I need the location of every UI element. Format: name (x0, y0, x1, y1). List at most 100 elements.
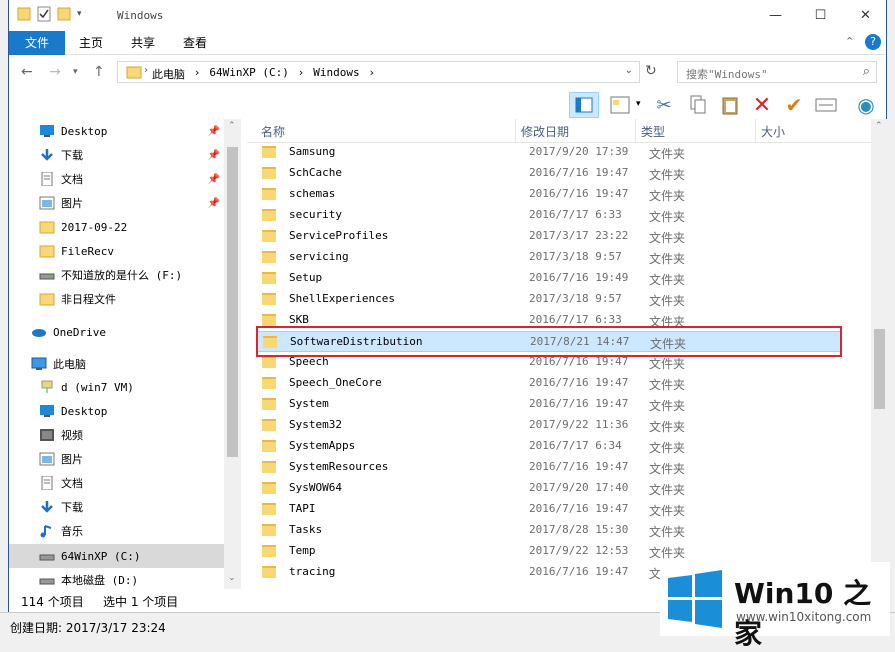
pin-icon[interactable]: 📌 (208, 174, 220, 185)
file-type: 文件夹 (649, 273, 686, 287)
nav-item[interactable]: 不知道放的是什么 (F:) (9, 263, 224, 287)
nav-item-label: OneDrive (53, 325, 106, 339)
table-row[interactable]: SchCache 2016/7/16 19:47 文件夹 (257, 163, 841, 184)
rename-icon[interactable] (813, 92, 839, 118)
nav-item[interactable]: 64WinXP (C:) (9, 544, 224, 568)
table-row[interactable]: SystemApps 2016/7/17 6:34 文件夹 (257, 436, 841, 457)
minimize-button[interactable]: — (753, 0, 798, 31)
nav-item[interactable]: 2017-09-22 (9, 215, 224, 239)
column-type[interactable]: 类型 (641, 123, 665, 140)
address-field[interactable]: › 此电脑 › 64WinXP (C:) › Windows › ⌄ (117, 61, 640, 83)
chevron-up-icon[interactable]: ⌃ (845, 35, 854, 48)
help-icon[interactable]: ? (865, 34, 881, 50)
nav-item[interactable]: 下载 📌 (9, 143, 224, 167)
tab-share[interactable]: 共享 (123, 31, 163, 55)
tab-home[interactable]: 主页 (71, 31, 111, 55)
nav-item[interactable]: Desktop 📌 (9, 119, 224, 143)
table-row[interactable]: Samsung 2017/9/20 17:39 文件夹 (257, 142, 841, 163)
up-icon[interactable]: ↑ (93, 64, 105, 80)
back-icon[interactable]: ← (21, 64, 33, 80)
table-row[interactable]: SystemResources 2016/7/16 19:47 文件夹 (257, 457, 841, 478)
delete-icon[interactable]: ✕ (749, 92, 775, 118)
folder-icon (262, 419, 276, 431)
file-list: ⌃ 名称 修改日期 类型 大小 Samsung 2017/9/20 17:39 文件… (247, 119, 871, 589)
close-button[interactable]: ✕ (843, 0, 888, 31)
crumb-windows[interactable]: Windows (313, 66, 359, 82)
checkmark-icon[interactable]: ✔ (781, 92, 807, 118)
recent-chevron-icon[interactable]: ▾ (73, 67, 78, 77)
table-row[interactable]: Setup 2016/7/16 19:49 文件夹 (257, 268, 841, 289)
search-input[interactable]: 搜索"Windows" ⌕ (677, 61, 877, 83)
nav-item-label: Desktop (61, 124, 108, 138)
chevron-down-icon[interactable]: ▾ (636, 99, 641, 109)
table-row[interactable]: Tasks 2017/8/28 15:30 文件夹 (257, 520, 841, 541)
tab-file[interactable]: 文件 (9, 31, 65, 55)
download-icon (39, 148, 55, 162)
table-row[interactable]: Speech_OneCore 2016/7/16 19:47 文件夹 (257, 373, 841, 394)
refresh-icon[interactable]: ↻ (645, 63, 657, 79)
forward-icon[interactable]: → (49, 64, 61, 80)
nav-item[interactable]: 文档 📌 (9, 167, 224, 191)
nav-item[interactable]: Desktop (9, 399, 224, 423)
search-placeholder: 搜索"Windows" (686, 68, 768, 81)
details-pane-icon[interactable] (607, 92, 633, 118)
folder-icon[interactable] (17, 6, 31, 22)
pin-icon[interactable]: 📌 (208, 150, 220, 161)
file-name: SystemResources (289, 460, 389, 473)
crumb-drive-c[interactable]: 64WinXP (C:) (209, 66, 288, 82)
nav-item[interactable]: 图片 📌 (9, 191, 224, 215)
nav-scroll-thumb[interactable] (227, 147, 238, 457)
maximize-button[interactable]: ☐ (798, 0, 843, 31)
preview-pane-icon[interactable] (569, 92, 599, 118)
scroll-up-icon[interactable]: ⌃ (228, 121, 236, 131)
nav-item[interactable]: 视频 (9, 423, 224, 447)
tab-view[interactable]: 查看 (175, 31, 215, 55)
nav-scrollbar[interactable]: ⌃ ⌄ (224, 119, 241, 589)
cut-icon[interactable]: ✂ (651, 92, 677, 118)
column-size[interactable]: 大小 (761, 123, 785, 140)
table-row[interactable]: Speech 2016/7/16 19:47 文件夹 (257, 352, 841, 373)
scroll-down-icon[interactable]: ⌄ (228, 573, 236, 583)
folder-icon (262, 293, 276, 305)
table-row[interactable]: SoftwareDistribution 2017/8/21 14:47 文件夹 (257, 331, 841, 352)
pin-icon[interactable]: 📌 (208, 198, 220, 209)
table-row[interactable]: System32 2017/9/22 11:36 文件夹 (257, 415, 841, 436)
properties-icon[interactable] (37, 6, 51, 22)
scroll-up-icon[interactable]: ⌃ (875, 121, 883, 131)
chevron-down-icon[interactable]: ⌄ (625, 65, 633, 76)
table-row[interactable]: Temp 2017/9/22 12:53 文件夹 (257, 541, 841, 562)
table-row[interactable]: SKB 2016/7/17 6:33 文件夹 (257, 310, 841, 331)
nav-item[interactable]: 图片 (9, 447, 224, 471)
nav-item[interactable]: OneDrive (9, 320, 224, 344)
nav-item[interactable]: 非日程文件 (9, 287, 224, 311)
table-row[interactable]: SysWOW64 2017/9/20 17:40 文件夹 (257, 478, 841, 499)
table-row[interactable]: TAPI 2016/7/16 19:47 文件夹 (257, 499, 841, 520)
file-name: ShellExperiences (289, 292, 395, 305)
chevron-down-icon[interactable]: ▾ (77, 9, 82, 19)
list-scrollbar[interactable]: ⌃ (871, 119, 888, 589)
nav-item[interactable]: 音乐 (9, 519, 224, 543)
nav-item[interactable]: d (win7 VM) (9, 375, 224, 399)
column-name[interactable]: 名称 (261, 123, 285, 140)
new-folder-icon[interactable] (57, 6, 71, 22)
nav-item[interactable]: 下载 (9, 495, 224, 519)
shell-icon[interactable]: ◉ (853, 92, 879, 118)
column-date[interactable]: 修改日期 (521, 123, 569, 140)
nav-item[interactable]: 此电脑 (9, 352, 224, 376)
crumb-this-pc[interactable]: 此电脑 (152, 66, 185, 82)
table-row[interactable]: security 2016/7/17 6:33 文件夹 (257, 205, 841, 226)
table-row[interactable]: ServiceProfiles 2017/3/17 23:22 文件夹 (257, 226, 841, 247)
nav-item-label: 音乐 (61, 525, 83, 538)
table-row[interactable]: schemas 2016/7/16 19:47 文件夹 (257, 184, 841, 205)
pin-icon[interactable]: 📌 (208, 126, 220, 137)
paste-icon[interactable] (717, 92, 743, 118)
nav-item[interactable]: FileRecv (9, 239, 224, 263)
list-scroll-thumb[interactable] (874, 329, 885, 409)
folder-icon (262, 251, 276, 263)
copy-icon[interactable] (685, 92, 711, 118)
search-icon[interactable]: ⌕ (863, 64, 870, 79)
nav-item[interactable]: 文档 (9, 471, 224, 495)
table-row[interactable]: System 2016/7/16 19:47 文件夹 (257, 394, 841, 415)
table-row[interactable]: ShellExperiences 2017/3/18 9:57 文件夹 (257, 289, 841, 310)
table-row[interactable]: servicing 2017/3/18 9:57 文件夹 (257, 247, 841, 268)
